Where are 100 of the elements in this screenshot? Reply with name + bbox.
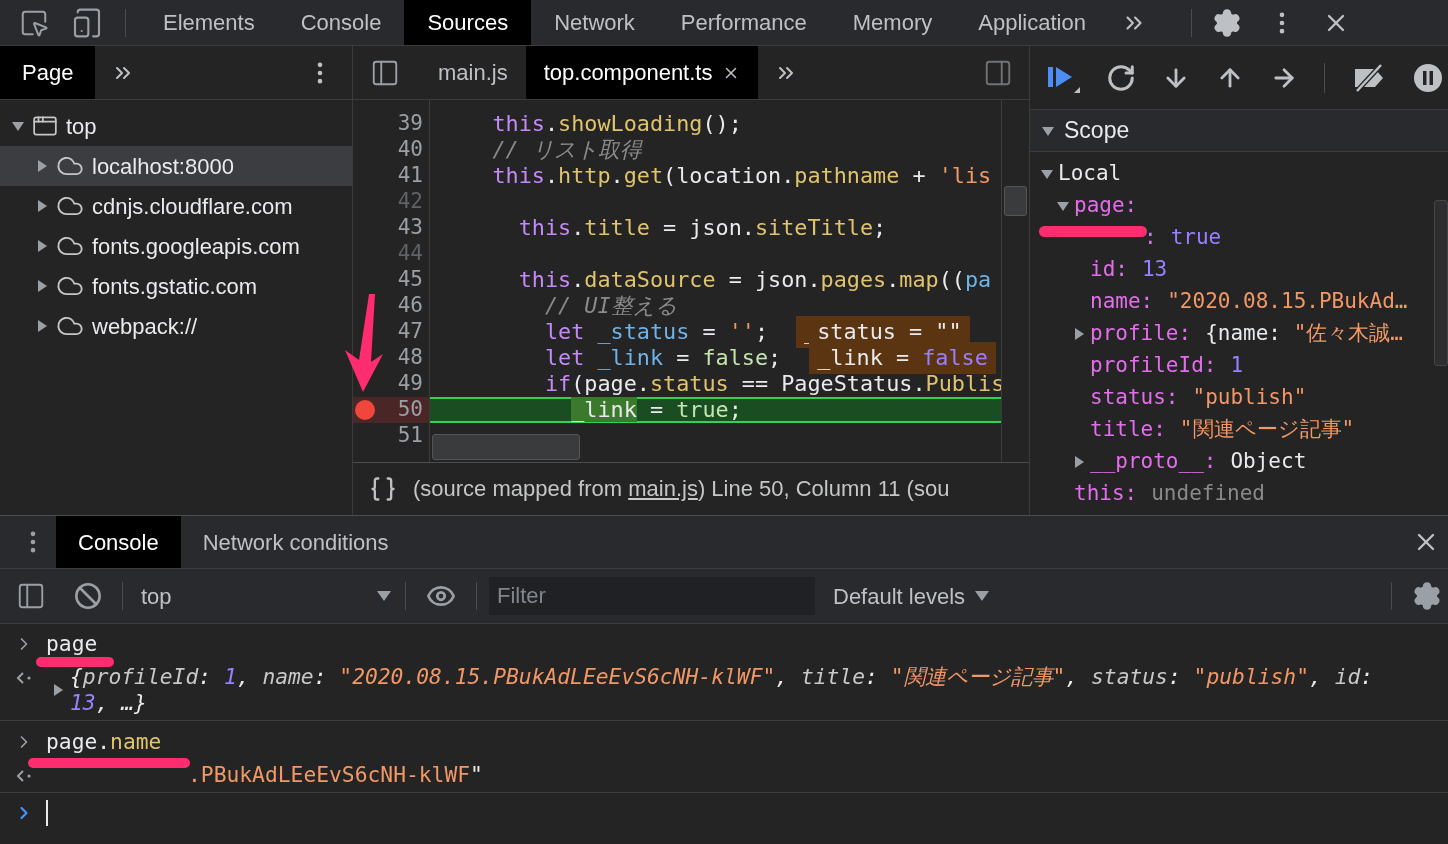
step-over-icon[interactable]	[1106, 62, 1136, 93]
tab[interactable]: Performance	[657, 0, 830, 45]
scope-section: Local	[1058, 158, 1122, 190]
property-name: title:	[1090, 416, 1166, 444]
breakpoint-icon[interactable]	[355, 400, 375, 420]
line-number: 42	[397, 188, 423, 216]
property-value: Object	[1230, 448, 1307, 476]
expand-arrow-icon[interactable]	[36, 160, 48, 172]
line-number: 45	[397, 266, 423, 294]
clear-icon[interactable]	[74, 582, 102, 610]
property-value: 1	[1230, 352, 1244, 380]
scrollbar-thumb[interactable]	[1004, 186, 1027, 216]
property-name: profileId:	[1090, 352, 1217, 380]
tree-label: top	[66, 112, 97, 141]
command-text: page	[46, 630, 98, 659]
expand-arrow-icon[interactable]	[1073, 456, 1085, 468]
tree-item[interactable]: top	[0, 106, 352, 146]
levels-dropdown[interactable]: Default levels	[833, 579, 990, 613]
property-name: __proto__:	[1090, 448, 1217, 476]
tree-item[interactable]: cdnjs.cloudflare.com	[0, 186, 352, 226]
scrollbar-thumb[interactable]	[1434, 200, 1448, 366]
pause-icon[interactable]	[1413, 62, 1443, 93]
code-line: // UI整える	[543, 291, 677, 320]
settings-icon[interactable]	[1412, 581, 1442, 611]
caret-icon	[377, 591, 391, 601]
tab[interactable]: Console	[277, 0, 405, 45]
tree-item[interactable]: fonts.gstatic.com	[0, 266, 352, 306]
line-number: 48	[397, 344, 423, 372]
file-tab[interactable]: top.component.ts	[525, 46, 759, 99]
expand-arrow-icon[interactable]	[36, 280, 48, 292]
code-line: let _status = '';	[543, 317, 769, 346]
property-name: :	[1144, 224, 1157, 252]
property-name: name:	[1090, 288, 1154, 316]
line-number: 43	[397, 214, 423, 242]
code-line: // リスト取得	[491, 135, 642, 164]
property-value: undefined	[1151, 480, 1265, 508]
code-line: this.http.get(location.pathname + 'lis	[491, 161, 992, 190]
tab[interactable]: Console	[56, 516, 181, 568]
collapse-arrow-icon[interactable]	[1042, 124, 1054, 137]
code-line: this.dataSource = json.pages.map((pa	[517, 265, 992, 294]
caret-icon	[975, 591, 990, 601]
code-line: this.showLoading();	[491, 109, 742, 138]
frame-icon	[32, 113, 58, 139]
context-dropdown[interactable]: top	[123, 579, 405, 613]
line-number: 41	[397, 162, 423, 190]
device-icon[interactable]	[71, 6, 103, 39]
pretty-print-icon[interactable]	[369, 474, 397, 503]
line-number: 49	[397, 370, 423, 398]
tree-label: cdnjs.cloudflare.com	[92, 192, 293, 221]
line-number: 44	[397, 240, 423, 268]
collapse-arrow-icon[interactable]	[12, 120, 24, 132]
result-text[interactable]: {profileId: 1, name: "2020.08.15.PBukAdLEeEvS6cNH-klWF", title: "関連ページ記事", status: "publish", id: 13, …}	[70, 664, 1420, 716]
tab[interactable]: Application	[955, 0, 1109, 45]
result-text: .PBukAdLEeEvS6cNH-klWF"	[188, 762, 483, 788]
property-name: id:	[1090, 256, 1128, 284]
line-number: 39	[397, 110, 423, 138]
file-tab[interactable]: main.js	[420, 46, 526, 99]
property-value: "2020.08.15.PBukAd…	[1167, 288, 1408, 316]
tab[interactable]: Network	[531, 0, 658, 45]
tree-label: webpack://	[92, 312, 198, 341]
tab[interactable]: Page	[0, 46, 96, 99]
tree-item[interactable]: fonts.googleapis.com	[0, 226, 352, 266]
line-number: 47	[397, 318, 423, 346]
code-line: let _link = false;	[543, 344, 782, 372]
collapse-arrow-icon[interactable]	[1041, 168, 1053, 180]
tab[interactable]: Sources	[404, 0, 532, 45]
tree-label: fonts.gstatic.com	[92, 272, 258, 301]
property-value: {name: "佐々木誠…	[1205, 320, 1403, 348]
command-text: page.name	[46, 727, 162, 756]
tree-label: fonts.googleapis.com	[92, 232, 300, 261]
line-number: 40	[397, 136, 423, 164]
tree-item[interactable]: webpack://	[0, 306, 352, 346]
property-name: status:	[1090, 384, 1179, 412]
scrollbar-thumb[interactable]	[432, 434, 580, 460]
expand-arrow-icon[interactable]	[52, 684, 64, 696]
line-number: 51	[397, 422, 423, 450]
source-status: (source mapped from main.js) Line 50, Column 11 (sou	[413, 475, 950, 503]
section-title: Scope	[1064, 116, 1130, 146]
tab[interactable]: Elements	[140, 0, 278, 45]
line-number: 50	[397, 396, 423, 424]
expand-arrow-icon[interactable]	[36, 240, 48, 252]
code-line: this.title = json.siteTitle;	[517, 213, 887, 242]
sidebar-icon[interactable]	[16, 581, 46, 611]
tree-item[interactable]: localhost:8000	[0, 146, 352, 186]
property-name: page:	[1074, 192, 1138, 220]
expand-arrow-icon[interactable]	[36, 200, 48, 212]
tab[interactable]: Network conditions	[180, 516, 411, 568]
expand-arrow-icon[interactable]	[1073, 328, 1085, 340]
expand-arrow-icon[interactable]	[36, 320, 48, 332]
tree-label: localhost:8000	[92, 152, 234, 181]
code-line: _link = true;	[570, 395, 742, 424]
line-number: 46	[397, 292, 423, 320]
settings-icon[interactable]	[1211, 7, 1242, 38]
filter-field[interactable]: Filter	[489, 577, 815, 615]
collapse-arrow-icon[interactable]	[1057, 200, 1069, 212]
tab[interactable]: Memory	[829, 0, 956, 45]
property-value: true	[1170, 224, 1222, 252]
property-value: "publish"	[1192, 384, 1307, 412]
property-value: 13	[1141, 256, 1168, 284]
property-value: "関連ページ記事"	[1179, 416, 1355, 444]
